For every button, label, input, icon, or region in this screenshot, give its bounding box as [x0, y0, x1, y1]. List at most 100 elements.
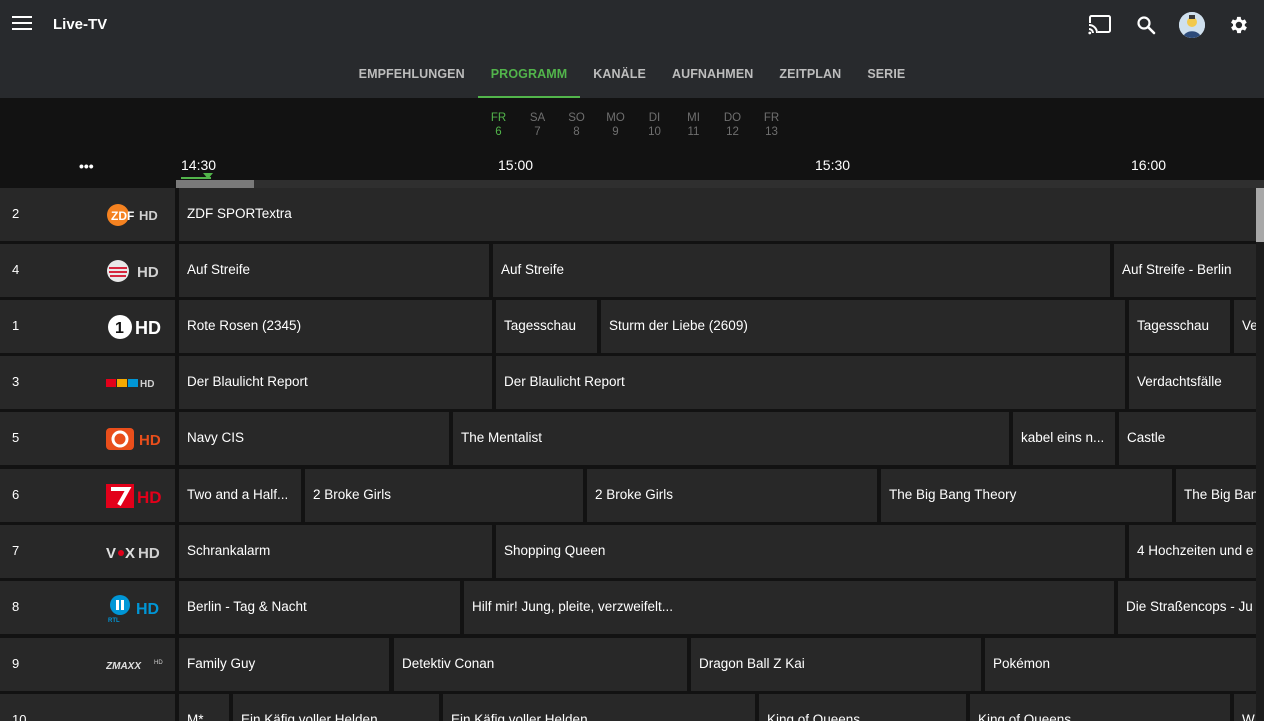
program-cell[interactable]: Ve	[1234, 300, 1256, 353]
channel-row: 10 RTLNITROHD M* Ein Käfig voller Helden…	[0, 694, 1256, 721]
program-cell[interactable]: Tagesschau	[496, 300, 597, 353]
program-cell[interactable]: kabel eins n...	[1013, 412, 1115, 465]
svg-text:RTL: RTL	[108, 618, 120, 623]
day-selector: FR 6 SA 7 SO 8 MO 9 DI 10 MI 11 DO 12 FR 13	[0, 98, 1264, 144]
kabel-eins-logo-icon: HD	[106, 428, 161, 450]
tab-zeitplan[interactable]: ZEITPLAN	[766, 50, 854, 98]
tab-aufnahmen[interactable]: AUFNAHMEN	[659, 50, 766, 98]
program-cell[interactable]: King of Queens	[759, 694, 966, 721]
tab-empfehlungen[interactable]: EMPFEHLUNGEN	[346, 50, 478, 98]
time-label: 16:00	[1131, 157, 1167, 173]
program-cell[interactable]: Detektiv Conan	[394, 638, 687, 691]
prosieben-logo-icon: HD	[106, 484, 162, 508]
tab-kanaele[interactable]: KANÄLE	[580, 50, 659, 98]
program-cell[interactable]: Ein Käfig voller Helden	[233, 694, 439, 721]
program-cell[interactable]: The Big Ban	[1176, 469, 1256, 522]
day-fr-13[interactable]: FR 13	[752, 98, 791, 144]
day-so-8[interactable]: SO 8	[557, 98, 596, 144]
program-cell[interactable]: Navy CIS	[179, 412, 449, 465]
program-cell[interactable]: Ein Käfig voller Helden	[443, 694, 755, 721]
channel-cell[interactable]: 10 RTLNITROHD	[0, 694, 175, 721]
channel-row: 9 ZMAXX HD Family Guy Detektiv Conan Drag…	[0, 638, 1256, 691]
program-cell[interactable]: Castle	[1119, 412, 1256, 465]
program-cell[interactable]: 2 Broke Girls	[587, 469, 877, 522]
channel-cell[interactable]: 4 HD	[0, 244, 175, 297]
channel-number: 3	[12, 374, 20, 389]
program-cell[interactable]: Hilf mir! Jung, pleite, verzweifelt...	[464, 581, 1114, 634]
program-cell[interactable]: Auf Streife - Berlin	[1114, 244, 1256, 297]
program-cell[interactable]: Der Blaulicht Report	[496, 356, 1125, 409]
program-cell[interactable]: Berlin - Tag & Nacht	[179, 581, 460, 634]
program-cell[interactable]: Dragon Ball Z Kai	[691, 638, 981, 691]
vertical-scrollbar-thumb[interactable]	[1256, 188, 1264, 242]
program-cell[interactable]: Der Blaulicht Report	[179, 356, 492, 409]
cast-icon[interactable]	[1086, 11, 1114, 39]
program-cell[interactable]: ZDF SPORTextra	[179, 188, 1256, 241]
svg-text:HD: HD	[139, 208, 158, 223]
day-mi-11[interactable]: MI 11	[674, 98, 713, 144]
gear-icon[interactable]	[1224, 11, 1252, 39]
program-cell[interactable]: Shopping Queen	[496, 525, 1125, 578]
channel-cell[interactable]: 5 HD	[0, 412, 175, 465]
program-cell[interactable]: 2 Broke Girls	[305, 469, 583, 522]
channel-number: 2	[12, 206, 20, 221]
program-cell[interactable]: Pokémon	[985, 638, 1256, 691]
program-guide-grid: 2 ZDF HD ZDF SPORTextra 4 HD Auf Streife …	[0, 188, 1256, 721]
program-cell[interactable]: Die Straßencops - Ju	[1118, 581, 1256, 634]
channel-number: 6	[12, 487, 20, 502]
program-cell[interactable]: Family Guy	[179, 638, 389, 691]
timeline-header: ••• 14:30 15:00 15:30 16:00	[0, 144, 1264, 188]
channel-cell[interactable]: 1 1 HD	[0, 300, 175, 353]
tab-serie[interactable]: SERIE	[854, 50, 918, 98]
program-cell[interactable]: M*	[179, 694, 229, 721]
channel-cell[interactable]: 3 HD	[0, 356, 175, 409]
vertical-scrollbar[interactable]	[1256, 188, 1264, 721]
day-do-12[interactable]: DO 12	[713, 98, 752, 144]
day-di-10[interactable]: DI 10	[635, 98, 674, 144]
channel-number: 7	[12, 543, 20, 558]
svg-text:HD: HD	[139, 432, 161, 449]
day-mo-9[interactable]: MO 9	[596, 98, 635, 144]
hamburger-menu-icon[interactable]	[12, 16, 32, 32]
vox-logo-icon: V X HD	[106, 545, 160, 562]
program-cell[interactable]: Two and a Half...	[179, 469, 301, 522]
svg-text:V: V	[106, 545, 116, 562]
channel-cell[interactable]: 7 V X HD	[0, 525, 175, 578]
svg-text:ZDF: ZDF	[111, 209, 134, 223]
tab-programm[interactable]: PROGRAMM	[477, 50, 581, 98]
user-avatar[interactable]	[1178, 11, 1206, 39]
program-cell[interactable]: W	[1234, 694, 1256, 721]
program-cell[interactable]: Auf Streife	[493, 244, 1110, 297]
zdf-logo-icon: ZDF HD	[107, 204, 158, 226]
channel-cell[interactable]: 6 HD	[0, 469, 175, 522]
program-cell[interactable]: Verdachtsfälle	[1129, 356, 1256, 409]
more-options-icon[interactable]: •••	[79, 158, 94, 174]
svg-text:HD: HD	[136, 601, 159, 618]
channel-row: 3 HD Der Blaulicht Report Der Blaulicht …	[0, 356, 1256, 409]
program-cell[interactable]: Tagesschau	[1129, 300, 1230, 353]
horizontal-scrollbar-thumb[interactable]	[176, 180, 254, 188]
program-cell[interactable]: Schrankalarm	[179, 525, 492, 578]
channel-cell[interactable]: 9 ZMAXX HD	[0, 638, 175, 691]
horizontal-scrollbar[interactable]	[176, 180, 1264, 188]
program-cell[interactable]: Sturm der Liebe (2609)	[601, 300, 1125, 353]
time-label: 14:30	[181, 157, 217, 173]
program-cell[interactable]: 4 Hochzeiten und e	[1129, 525, 1256, 578]
search-icon[interactable]	[1132, 11, 1160, 39]
channel-cell[interactable]: 8 RTL HD	[0, 581, 175, 634]
channel-row: 6 HD Two and a Half... 2 Broke Girls 2 B…	[0, 469, 1256, 522]
program-cell[interactable]: The Mentalist	[453, 412, 1009, 465]
svg-text:HD: HD	[138, 545, 160, 562]
day-sa-7[interactable]: SA 7	[518, 98, 557, 144]
main-tabs: EMPFEHLUNGEN PROGRAMM KANÄLE AUFNAHMEN Z…	[0, 50, 1264, 98]
channel-cell[interactable]: 2 ZDF HD	[0, 188, 175, 241]
program-cell[interactable]: Auf Streife	[179, 244, 489, 297]
app-header: Live-TV EMPFEHLUNGEN PROGRAMM KANÄLE AUF…	[0, 0, 1264, 98]
channel-row: 5 HD Navy CIS The Mentalist kabel eins n…	[0, 412, 1256, 465]
day-fr-6[interactable]: FR 6	[479, 98, 518, 144]
channel-number: 4	[12, 262, 20, 277]
program-cell[interactable]: King of Queens	[970, 694, 1230, 721]
channel-number: 10	[12, 712, 27, 721]
program-cell[interactable]: Rote Rosen (2345)	[179, 300, 492, 353]
program-cell[interactable]: The Big Bang Theory	[881, 469, 1172, 522]
